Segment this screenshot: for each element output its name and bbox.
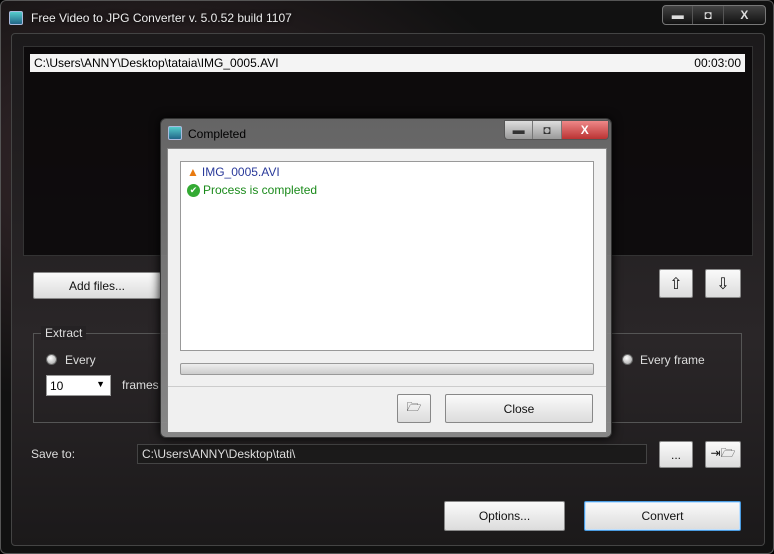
dialog-close-x-button[interactable]: X — [561, 121, 608, 139]
progress-bar — [180, 363, 594, 375]
check-circle-icon: ✔ — [187, 183, 200, 197]
move-up-button[interactable]: ⇧ — [659, 269, 693, 298]
open-folder-icon: 🗁 — [406, 400, 422, 414]
extract-legend: Extract — [41, 326, 87, 340]
browse-button[interactable]: ... — [659, 441, 693, 468]
chevron-down-icon: ▼ — [96, 379, 105, 389]
file-duration: 00:03:00 — [694, 56, 741, 70]
window-controls: ▬ ◘ X — [662, 5, 766, 25]
close-button[interactable]: X — [724, 6, 765, 24]
window-title: Free Video to JPG Converter v. 5.0.52 bu… — [31, 11, 292, 25]
divider — [168, 386, 606, 387]
result-file-name: IMG_0005.AVI — [201, 165, 280, 179]
save-path-field[interactable]: C:\Users\ANNY\Desktop\tati\ — [137, 444, 647, 464]
open-folder-icon: ⇥🗁 — [710, 446, 736, 460]
every-value: 10 — [50, 379, 64, 393]
frames-label: frames — [122, 378, 159, 392]
save-to-label: Save to: — [31, 447, 76, 461]
every-frame-label: Every frame — [640, 353, 705, 367]
dialog-controls: ▬ ◘ X — [504, 120, 609, 140]
options-button[interactable]: Options... — [444, 501, 565, 531]
every-select[interactable]: 10 ▼ — [46, 375, 111, 396]
dialog-title: Completed — [188, 127, 247, 141]
vlc-cone-icon: ▲ — [187, 165, 199, 179]
maximize-button[interactable]: ◘ — [693, 6, 724, 24]
file-path: C:\Users\ANNY\Desktop\tataia\IMG_0005.AV… — [34, 56, 279, 70]
convert-button[interactable]: Convert — [584, 501, 741, 531]
file-row[interactable]: C:\Users\ANNY\Desktop\tataia\IMG_0005.AV… — [30, 54, 745, 72]
minimize-button[interactable]: ▬ — [663, 6, 694, 24]
result-file-item: ▲ IMG_0005.AVI — [187, 165, 280, 179]
close-button[interactable]: Close — [445, 394, 593, 423]
open-folder-button[interactable]: 🗁 — [397, 394, 431, 423]
add-files-button[interactable]: Add files... — [33, 272, 161, 299]
dialog-minimize-button[interactable]: ▬ — [505, 121, 534, 139]
dialog-maximize-button[interactable]: ◘ — [533, 121, 562, 139]
result-status-item: ✔ Process is completed — [187, 183, 317, 197]
result-status-text: Process is completed — [203, 183, 318, 197]
completed-dialog: Completed ▬ ◘ X ▲ IMG_0005.AVI ✔ Process… — [160, 118, 612, 438]
open-output-folder-button[interactable]: ⇥🗁 — [705, 441, 741, 468]
every-label: Every — [65, 353, 96, 367]
dialog-icon — [168, 126, 182, 140]
app-icon — [9, 11, 23, 25]
every-radio[interactable] — [46, 354, 57, 365]
move-down-button[interactable]: ⇩ — [705, 269, 741, 298]
every-frame-radio[interactable] — [622, 354, 633, 365]
result-list: ▲ IMG_0005.AVI ✔ Process is completed — [180, 161, 594, 351]
dialog-body: ▲ IMG_0005.AVI ✔ Process is completed 🗁 … — [167, 148, 607, 433]
